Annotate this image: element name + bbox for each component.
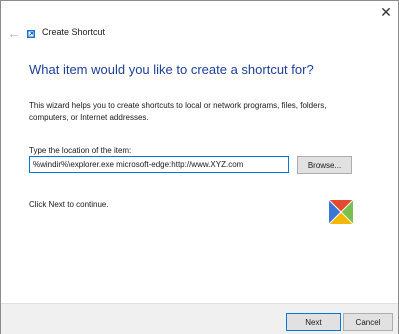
cancel-button[interactable]: Cancel — [343, 313, 393, 331]
colorful-x-tile-icon — [329, 200, 353, 224]
continue-hint: Click Next to continue. — [29, 200, 109, 209]
shortcut-wizard-icon — [27, 30, 35, 38]
window-title: Create Shortcut — [42, 27, 106, 37]
close-icon: ✕ — [380, 3, 392, 20]
back-button[interactable]: ← — [7, 25, 23, 41]
close-button[interactable]: ✕ — [376, 3, 396, 21]
browse-button[interactable]: Browse... — [297, 156, 352, 174]
create-shortcut-window: ✕ ← Create Shortcut What item would you … — [0, 0, 399, 334]
title-bar: ✕ ← Create Shortcut — [1, 1, 398, 45]
button-bar: Next Cancel — [1, 303, 398, 334]
location-input[interactable] — [29, 156, 289, 173]
wizard-description: This wizard helps you to create shortcut… — [29, 101, 327, 122]
back-arrow-icon: ← — [7, 25, 21, 41]
location-label: Type the location of the item: — [29, 146, 132, 155]
page-heading: What item would you like to create a sho… — [29, 62, 314, 77]
next-button[interactable]: Next — [286, 313, 341, 331]
